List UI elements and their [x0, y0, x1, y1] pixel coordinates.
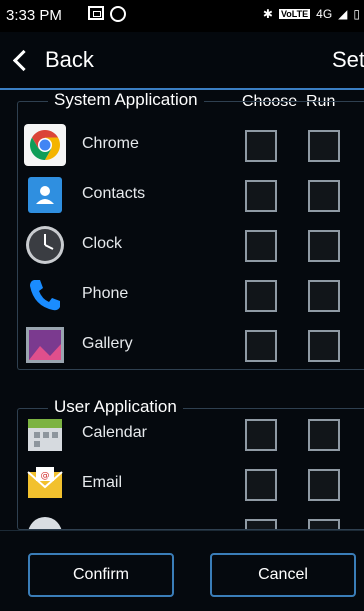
run-checkbox[interactable]: [308, 180, 340, 212]
status-bar: 3:33 PM ✱ VoLTE 4G ◢ ▯: [0, 0, 364, 32]
list-item: Contacts: [18, 170, 364, 220]
cancel-button[interactable]: Cancel: [210, 553, 356, 597]
action-bar: Back Set: [0, 32, 364, 90]
choose-checkbox[interactable]: [245, 230, 277, 262]
signal-icon: ◢: [338, 7, 348, 21]
user-app-list[interactable]: Calendar @ Email: [18, 409, 364, 529]
system-application-group: System Application Chrome Contacts Clock…: [17, 90, 364, 370]
run-checkbox[interactable]: [308, 230, 340, 262]
sync-notification-icon: [110, 6, 126, 22]
contacts-icon: [28, 177, 62, 213]
run-checkbox[interactable]: [308, 469, 340, 501]
list-item: Calendar: [18, 409, 364, 459]
app-label: Phone: [82, 285, 129, 302]
list-item: Phone: [18, 270, 364, 320]
app-label: Contacts: [82, 185, 146, 202]
clock-icon: [26, 226, 64, 264]
run-checkbox[interactable]: [308, 330, 340, 362]
list-item: Clock: [18, 220, 364, 270]
app-label: Chrome: [82, 135, 139, 152]
screenshot-notification-icon: [88, 6, 104, 20]
app-label: Clock: [82, 235, 123, 252]
run-checkbox[interactable]: [308, 130, 340, 162]
choose-checkbox[interactable]: [245, 130, 277, 162]
notification-icons: [88, 6, 126, 22]
bottom-button-bar: Confirm Cancel: [0, 530, 364, 611]
list-item: Chrome: [18, 120, 364, 170]
choose-checkbox[interactable]: [245, 419, 277, 451]
system-app-list[interactable]: Chrome Contacts Clock Phone Gallery: [18, 102, 364, 369]
volte-icon: VoLTE: [278, 9, 311, 19]
status-time: 3:33 PM: [6, 7, 62, 24]
calendar-icon: [28, 419, 62, 451]
choose-checkbox[interactable]: [245, 469, 277, 501]
app-icon: [28, 517, 62, 529]
choose-checkbox[interactable]: [245, 519, 277, 529]
battery-icon: ▯: [353, 7, 360, 21]
run-checkbox[interactable]: [308, 519, 340, 529]
phone-icon: [30, 280, 60, 311]
email-icon: @: [27, 467, 63, 498]
confirm-button[interactable]: Confirm: [28, 553, 174, 597]
list-item: @ Email: [18, 459, 364, 509]
bluetooth-icon: ✱: [262, 7, 273, 21]
list-item: Gallery: [18, 320, 364, 369]
user-application-group: User Application Calendar @ Email: [17, 397, 364, 530]
gallery-icon: [26, 327, 64, 363]
choose-checkbox[interactable]: [245, 330, 277, 362]
choose-checkbox[interactable]: [245, 180, 277, 212]
choose-checkbox[interactable]: [245, 280, 277, 312]
list-item: [18, 509, 364, 529]
status-right-icons: ✱ VoLTE 4G ◢ ▯: [263, 7, 360, 21]
chrome-icon: [24, 124, 66, 166]
page-title: Set: [332, 47, 364, 72]
run-checkbox[interactable]: [308, 419, 340, 451]
back-button[interactable]: Back: [0, 32, 94, 88]
svg-text:@: @: [41, 471, 50, 481]
run-checkbox[interactable]: [308, 280, 340, 312]
app-label: Gallery: [82, 335, 133, 352]
app-label: Email: [82, 474, 123, 491]
network-type: 4G: [316, 7, 333, 21]
app-label: Calendar: [82, 424, 147, 441]
chevron-left-icon: [12, 49, 35, 71]
back-label: Back: [45, 47, 94, 72]
